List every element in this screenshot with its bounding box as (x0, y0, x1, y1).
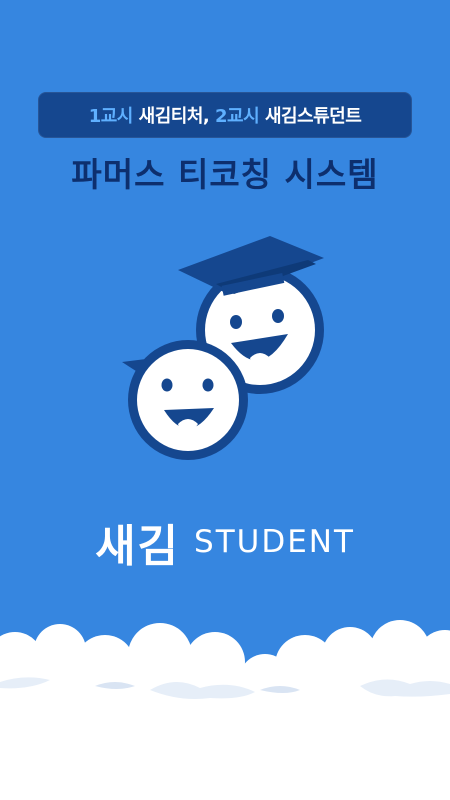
small-face-icon (122, 340, 248, 460)
brand-korean: 새김 (95, 521, 181, 572)
brand-english: STUDENT (194, 524, 355, 560)
splash-screen: 1교시 새김티처, 2교시 새김스튜던트 파머스 티코칭 시스템 새김 STUD… (0, 0, 450, 800)
banner-period-1: 1교시 (88, 106, 134, 127)
banner-period-2: 2교시 (215, 106, 260, 127)
brand-name: 새김 STUDENT (0, 510, 450, 574)
top-banner: 1교시 새김티처, 2교시 새김스튜던트 (38, 92, 412, 138)
clouds-decoration (0, 620, 450, 800)
app-logo-icon (122, 236, 324, 460)
page-title: 파머스 티코칭 시스템 (71, 155, 379, 194)
banner-app-1: 새김티처, (138, 106, 210, 127)
banner-app-2: 새김스튜던트 (264, 106, 362, 127)
